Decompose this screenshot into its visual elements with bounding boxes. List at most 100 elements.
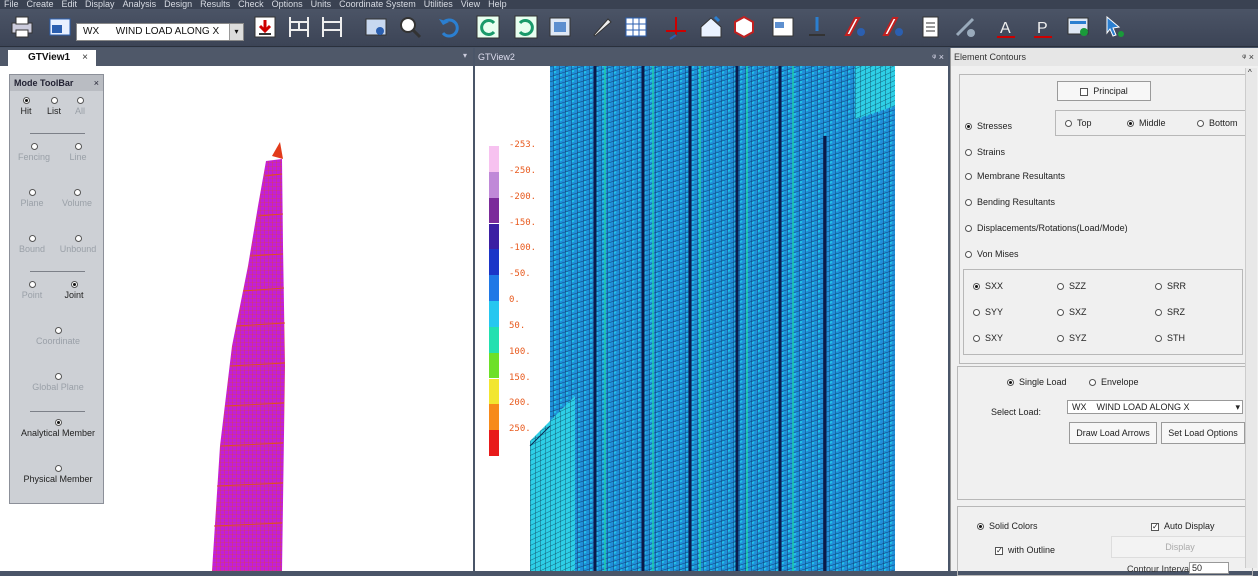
menu-units[interactable]: Units [311, 0, 332, 9]
radio-top[interactable]: Top [1065, 118, 1092, 128]
redo2-icon[interactable] [512, 13, 540, 41]
model-icon[interactable] [46, 13, 74, 41]
cube-icon[interactable] [730, 13, 758, 41]
chevron-up-icon[interactable]: ^ [1248, 68, 1252, 77]
radio-bound[interactable]: Bound [12, 235, 52, 254]
radio-szz[interactable]: SZZ [1057, 281, 1086, 291]
select-load-dropdown[interactable]: WX WIND LOAD ALONG X ▾ [1067, 400, 1243, 414]
image-icon[interactable] [362, 13, 390, 41]
display-icon[interactable] [1064, 13, 1092, 41]
radio-sxy[interactable]: SXY [973, 333, 1003, 343]
menu-analysis[interactable]: Analysis [123, 0, 157, 9]
close-icon[interactable]: × [94, 75, 99, 91]
auto-display-checkbox[interactable]: ✓ Auto Display [1151, 521, 1215, 531]
menu-results[interactable]: Results [200, 0, 230, 9]
plate-icon[interactable] [841, 13, 869, 41]
draw-load-arrows-button[interactable]: Draw Load Arrows [1069, 422, 1157, 444]
radio-single-load[interactable]: Single Load [1007, 377, 1067, 387]
frame-icon[interactable] [285, 13, 313, 41]
pin-close-icon[interactable]: ᵠ × [932, 48, 944, 66]
undo-icon[interactable] [435, 13, 463, 41]
download-icon[interactable] [251, 13, 279, 41]
radio-middle[interactable]: Middle [1127, 118, 1166, 128]
radio-line[interactable]: Line [58, 143, 98, 162]
chevron-down-icon[interactable]: ▾ [463, 51, 467, 60]
radio-fencing[interactable]: Fencing [14, 143, 54, 162]
radio-szz-label: SZZ [1069, 281, 1086, 291]
tab-gtview1[interactable]: GTView1 × [8, 50, 96, 66]
radio-stresses[interactable]: Stresses [965, 121, 1012, 131]
plate2-icon[interactable] [879, 13, 907, 41]
legend-swatch [489, 378, 499, 405]
frame2-icon[interactable] [318, 13, 346, 41]
text-a-icon[interactable]: A [992, 13, 1020, 41]
report-icon[interactable] [916, 13, 944, 41]
print-icon[interactable] [8, 13, 36, 41]
search-icon[interactable] [396, 13, 424, 41]
grid-icon[interactable] [622, 13, 650, 41]
principal-checkbox[interactable]: Principal [1057, 81, 1151, 101]
set-load-options-button[interactable]: Set Load Options [1161, 422, 1245, 444]
menu-help[interactable]: Help [488, 0, 507, 9]
house-icon[interactable] [697, 13, 725, 41]
radio-physical-member[interactable]: Physical Member [18, 465, 98, 484]
design-icon[interactable] [951, 13, 979, 41]
pin-close-icon[interactable]: ᵠ × [1242, 48, 1254, 66]
radio-joint[interactable]: Joint [54, 281, 94, 300]
radio-unbound[interactable]: Unbound [54, 235, 102, 254]
view1-canvas[interactable]: Mode ToolBar × Hit List All Fencing Line … [0, 66, 473, 571]
radio-analytical-member[interactable]: Analytical Member [18, 419, 98, 438]
radio-displacements[interactable]: Displacements/Rotations(Load/Mode) [965, 223, 1128, 233]
menu-coordinate-system[interactable]: Coordinate System [339, 0, 416, 9]
menu-view[interactable]: View [461, 0, 480, 9]
radio-envelope[interactable]: Envelope [1089, 377, 1139, 387]
radio-bending[interactable]: Bending Resultants [965, 197, 1055, 207]
radio-middle-label: Middle [1139, 118, 1166, 128]
chevron-down-icon: ▾ [1235, 402, 1240, 412]
menu-create[interactable]: Create [27, 0, 54, 9]
radio-srz[interactable]: SRZ [1155, 307, 1185, 317]
radio-volume[interactable]: Volume [54, 189, 100, 208]
scrollbar[interactable]: ^ [1245, 68, 1257, 568]
radio-sth[interactable]: STH [1155, 333, 1185, 343]
menu-check[interactable]: Check [238, 0, 264, 9]
radio-all[interactable]: All [62, 97, 98, 116]
with-outline-checkbox[interactable]: ✓ with Outline [995, 545, 1055, 555]
radio-srr[interactable]: SRR [1155, 281, 1186, 291]
menu-utilities[interactable]: Utilities [424, 0, 453, 9]
radio-strains[interactable]: Strains [965, 147, 1005, 157]
menu-file[interactable]: File [4, 0, 19, 9]
axis-icon[interactable] [662, 13, 690, 41]
load-case-select[interactable]: WX WIND LOAD ALONG X ▾ [76, 23, 244, 41]
radio-plane[interactable]: Plane [12, 189, 52, 208]
radio-point[interactable]: Point [12, 281, 52, 300]
view2-canvas[interactable]: -253. -250. -200. -150. -100. -50. 0. 50. 100. 15… [475, 66, 948, 571]
radio-syy[interactable]: SYY [973, 307, 1003, 317]
menu-display[interactable]: Display [85, 0, 115, 9]
contour-interval-input[interactable]: 50 [1189, 562, 1229, 574]
menu-edit[interactable]: Edit [62, 0, 78, 9]
cursor-icon[interactable] [1101, 13, 1129, 41]
radio-global-plane[interactable]: Global Plane [18, 373, 98, 392]
radio-sxz[interactable]: SXZ [1057, 307, 1087, 317]
radio-bottom[interactable]: Bottom [1197, 118, 1238, 128]
display-button[interactable]: Display [1111, 536, 1249, 558]
legend-swatch [489, 146, 499, 172]
radio-syz[interactable]: SYZ [1057, 333, 1087, 343]
window-icon[interactable] [769, 13, 797, 41]
radio-solid-colors[interactable]: Solid Colors [977, 521, 1038, 531]
close-icon[interactable]: × [82, 50, 88, 66]
auto-display-label: Auto Display [1164, 521, 1215, 531]
legend-swatch [489, 404, 499, 431]
radio-sxx[interactable]: SXX [973, 281, 1003, 291]
layout-icon[interactable] [546, 13, 574, 41]
radio-von-mises[interactable]: Von Mises [965, 249, 1019, 259]
redo-icon[interactable] [474, 13, 502, 41]
radio-coordinate[interactable]: Coordinate [18, 327, 98, 346]
support-icon[interactable] [803, 13, 831, 41]
radio-membrane[interactable]: Membrane Resultants [965, 171, 1065, 181]
brush-icon[interactable] [588, 13, 616, 41]
menu-design[interactable]: Design [164, 0, 192, 9]
text-p-icon[interactable]: P [1029, 13, 1057, 41]
menu-options[interactable]: Options [272, 0, 303, 9]
